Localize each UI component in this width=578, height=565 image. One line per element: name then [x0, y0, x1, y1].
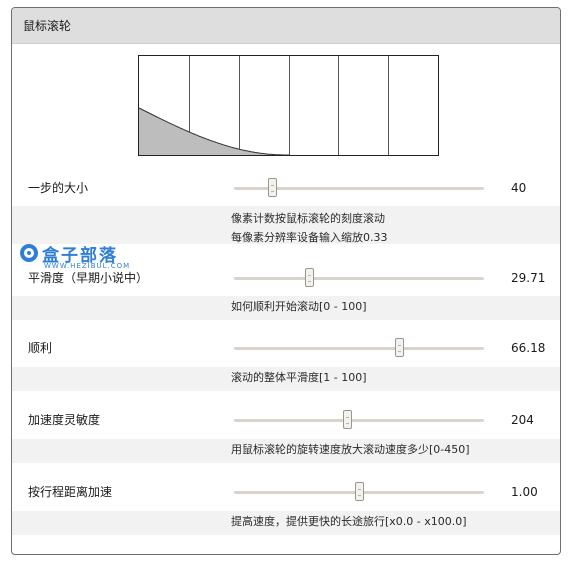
initial-smoothness-slider-thumb[interactable] — [305, 268, 314, 287]
scroll-curve-preview — [138, 55, 439, 156]
setting-step-size: 一步的大小 40 — [12, 171, 560, 205]
setting-label: 按行程距离加速 — [28, 485, 113, 499]
step-size-slider-thumb[interactable] — [267, 178, 277, 197]
smoothness-slider-track[interactable] — [234, 338, 484, 357]
setting-acceleration-sensitivity: 加速度灵敏度 204 — [12, 403, 560, 437]
setting-label: 顺利 — [28, 341, 53, 355]
description-line: 每像素分辨率设备输入缩放0.33 — [231, 231, 388, 244]
setting-value: 66.18 — [511, 341, 546, 355]
description-line: 提高速度，提供更快的长途旅行[x0.0 - x100.0] — [231, 515, 467, 528]
description-line: 像素计数按鼠标滚轮的刻度滚动 — [231, 212, 385, 225]
setting-description: 用鼠标滚轮的旋转速度放大滚动速度多少[0-450] — [12, 439, 560, 463]
smoothness-slider-thumb[interactable] — [395, 338, 404, 357]
setting-distance-acceleration: 按行程距离加速 1.00 — [12, 475, 560, 509]
setting-label: 一步的大小 — [28, 181, 89, 195]
mouse-wheel-panel: 鼠标滚轮 一步的大小 40 像素计数按鼠标滚轮的刻度滚动 每像素分辨率设备输入缩… — [11, 7, 561, 555]
initial-smoothness-slider-track[interactable] — [234, 268, 484, 287]
step-size-slider-track[interactable] — [234, 178, 484, 197]
distance-acceleration-slider-thumb[interactable] — [355, 482, 364, 501]
watermark-logo-icon — [20, 244, 38, 262]
scroll-curve-graph — [139, 56, 389, 155]
acceleration-sensitivity-slider-track[interactable] — [234, 410, 484, 429]
setting-description: 像素计数按鼠标滚轮的刻度滚动 每像素分辨率设备输入缩放0.33 — [12, 206, 560, 244]
setting-description: 滚动的整体平滑度[1 - 100] — [12, 367, 560, 391]
distance-acceleration-slider-track[interactable] — [234, 482, 484, 501]
description-line: 如何顺利开始滚动[0 - 100] — [231, 300, 367, 313]
scroll-curve-area — [139, 108, 289, 155]
watermark-subtext: WWW.HEZIBUL.COM — [44, 262, 131, 270]
setting-description: 如何顺利开始滚动[0 - 100] — [12, 296, 560, 320]
setting-smoothness: 顺利 66.18 — [12, 331, 560, 365]
site-watermark: 盒子部落 WWW.HEZIBUL.COM — [20, 241, 160, 271]
panel-title: 鼠标滚轮 — [12, 8, 560, 44]
acceleration-sensitivity-slider-thumb[interactable] — [342, 410, 352, 429]
setting-label: 加速度灵敏度 — [28, 413, 101, 427]
setting-value: 29.71 — [511, 271, 546, 285]
setting-value: 204 — [511, 413, 534, 427]
description-line: 用鼠标滚轮的旋转速度放大滚动速度多少[0-450] — [231, 443, 470, 456]
setting-description: 提高速度，提供更快的长途旅行[x0.0 - x100.0] — [12, 511, 560, 535]
setting-value: 40 — [511, 181, 527, 195]
setting-value: 1.00 — [511, 485, 538, 499]
description-line: 滚动的整体平滑度[1 - 100] — [231, 371, 367, 384]
